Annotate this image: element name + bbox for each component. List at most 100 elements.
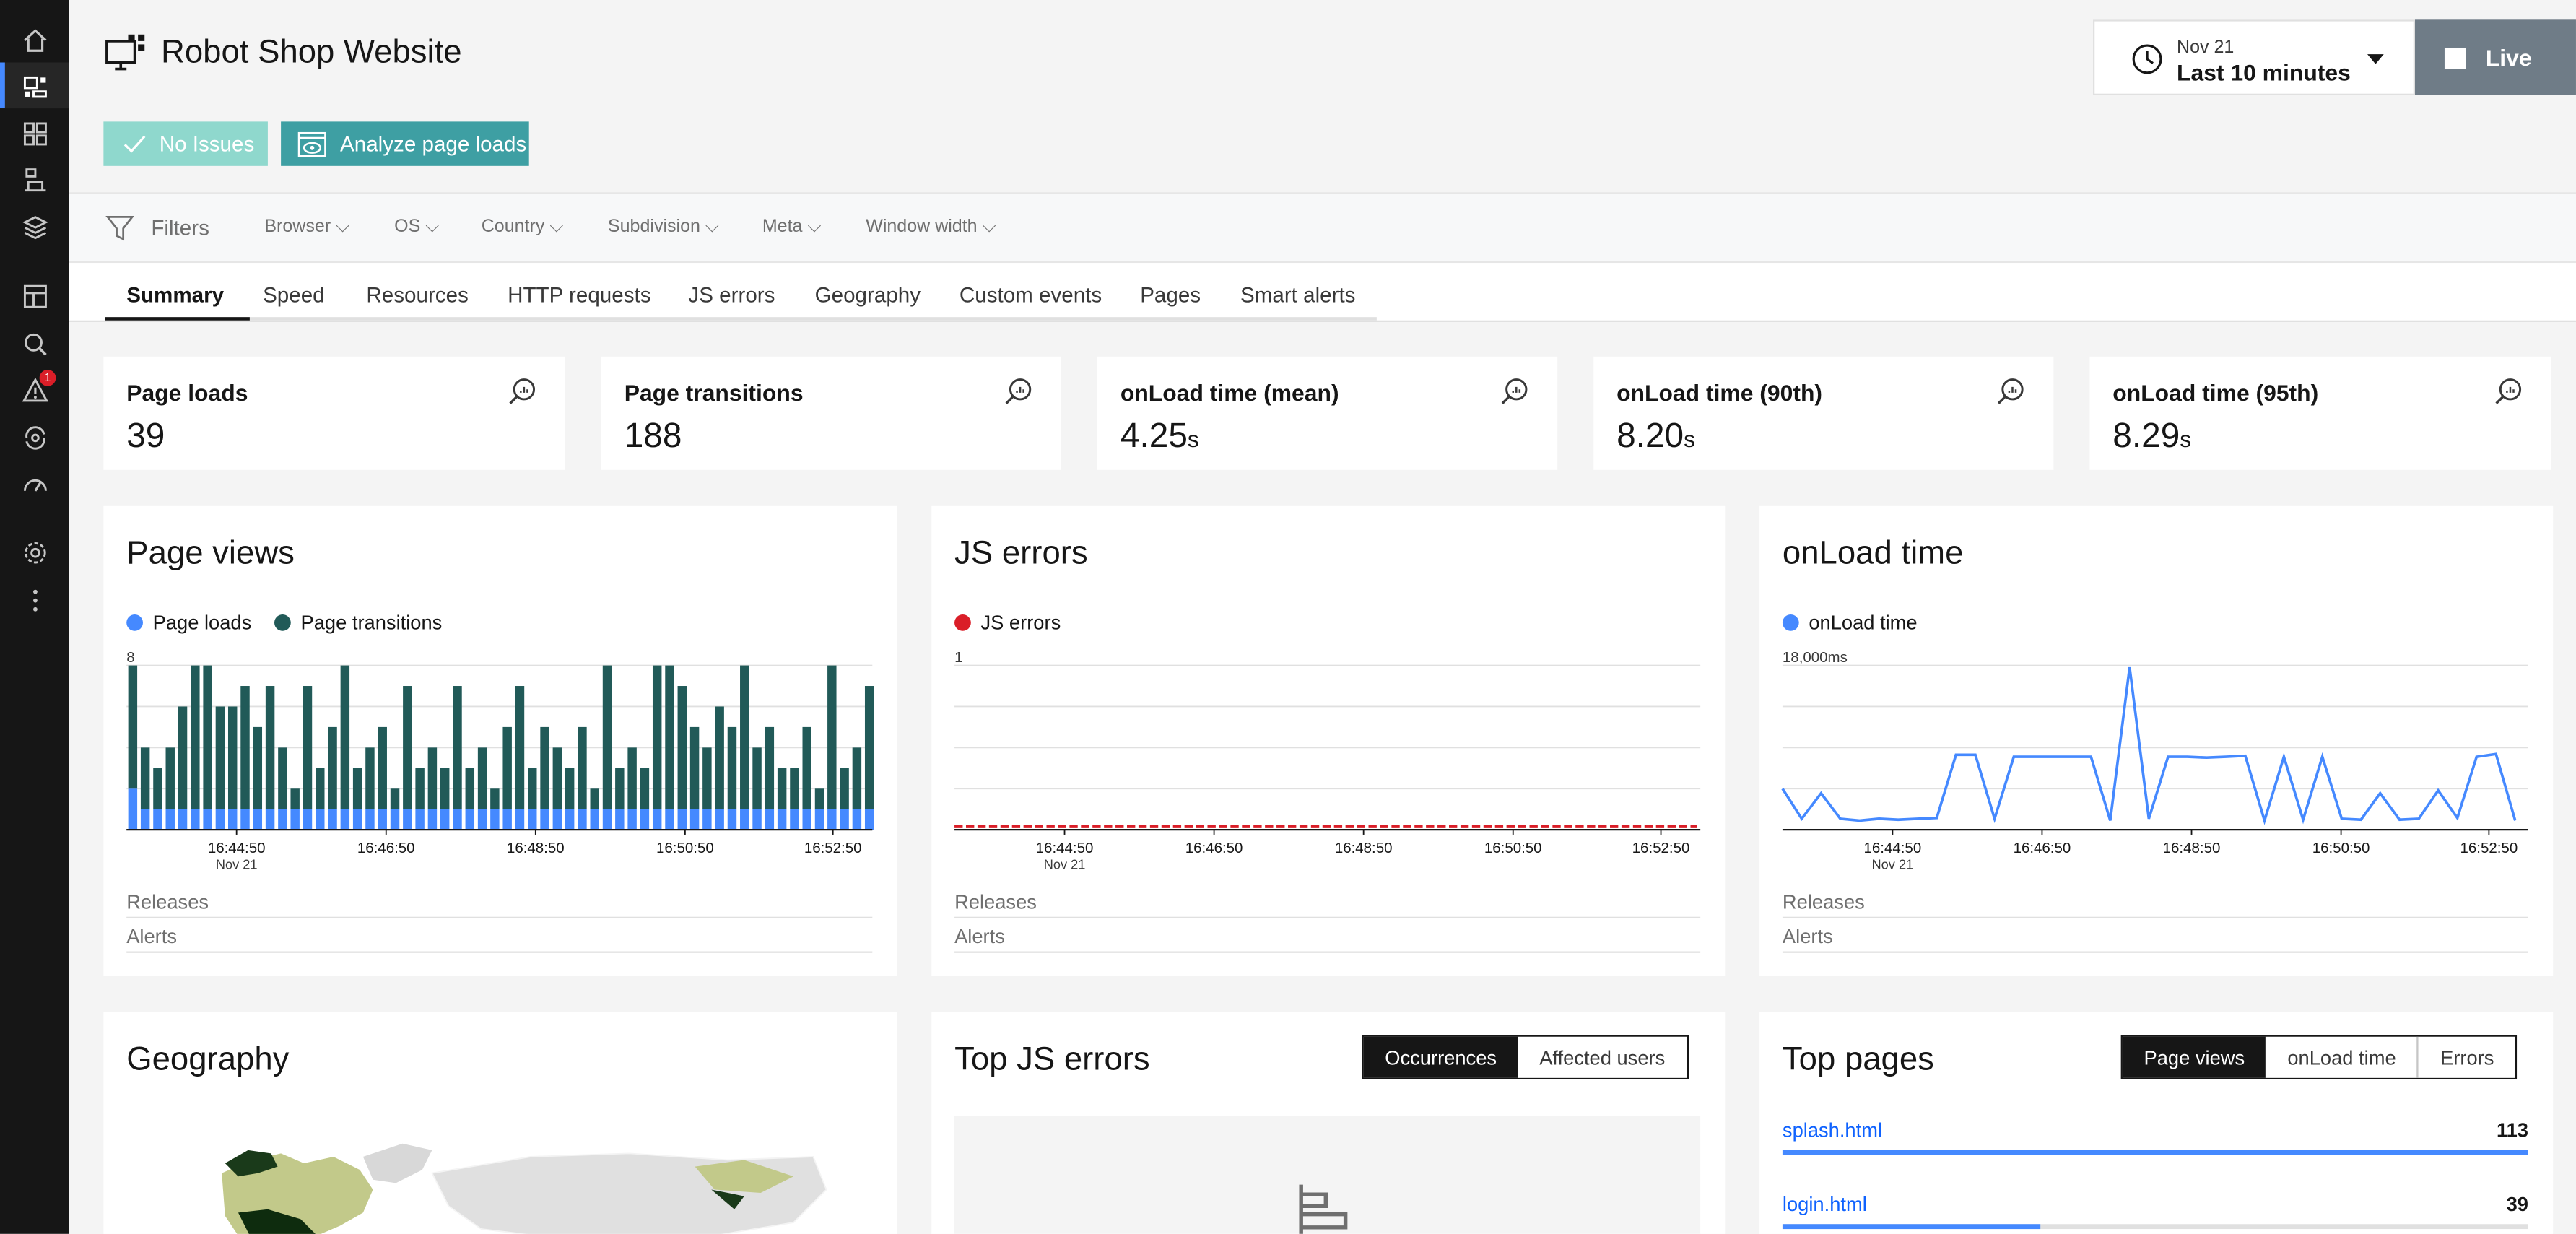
js-errors-chart[interactable]: 16:44:50 16:46:50 16:48:50 16:50:50 16:52:50… <box>954 664 1704 879</box>
stat-label: Page transitions <box>624 379 804 407</box>
tab-js-errors[interactable]: JS errors <box>688 282 775 307</box>
website-icon <box>105 34 145 71</box>
panel-title: Top pages <box>1782 1041 1934 1078</box>
performance-icon[interactable] <box>0 460 69 506</box>
bar-page-transitions <box>777 768 787 809</box>
filters-bar: Filters Browser ⌵ OS ⌵ Country ⌵ Subdivi… <box>69 192 2576 264</box>
tab-summary[interactable]: Summary <box>126 282 224 307</box>
stat-card-onload-95th: onLoad time (95th) 8.29s <box>2089 356 2551 470</box>
bar-page-loads <box>227 809 238 830</box>
website-monitoring-icon[interactable] <box>0 62 69 109</box>
chevron-down-icon: ⌵ <box>549 217 564 237</box>
stat-value: 8.29s <box>2112 417 2192 456</box>
page-views-chart[interactable]: 16:44:50 16:46:50 16:48:50 16:50:50 16:52:50… <box>126 664 876 879</box>
analyze-search-icon[interactable] <box>508 376 539 407</box>
toggle-page-views[interactable]: Page views <box>2122 1036 2266 1078</box>
filter-country[interactable]: Country ⌵ <box>482 217 564 238</box>
automation-icon[interactable] <box>0 414 69 460</box>
tab-http-requests[interactable]: HTTP requests <box>508 282 650 307</box>
filter-meta[interactable]: Meta ⌵ <box>762 217 822 238</box>
tab-speed[interactable]: Speed <box>263 282 325 307</box>
filter-subdivision[interactable]: Subdivision ⌵ <box>608 217 719 238</box>
no-issues-button[interactable]: No Issues <box>103 121 268 166</box>
filter-window-width[interactable]: Window width ⌵ <box>866 217 996 238</box>
home-icon[interactable] <box>0 17 69 63</box>
clock-icon <box>2132 44 2162 74</box>
analytics-icon[interactable] <box>0 321 69 367</box>
chart-legend: Page loads Page transitions <box>126 611 442 634</box>
bar-page-loads <box>615 809 625 830</box>
divider <box>126 951 873 953</box>
events-icon[interactable]: 1 <box>0 366 69 412</box>
bar-page-loads <box>328 809 337 830</box>
tab-geography[interactable]: Geography <box>815 282 921 307</box>
top-page-name[interactable]: splash.html <box>1783 1119 1882 1142</box>
settings-icon[interactable] <box>0 529 69 575</box>
bar-page-transitions <box>727 726 737 809</box>
legend-item-onload-time[interactable]: onLoad time <box>1782 611 1918 634</box>
bar-page-transitions <box>227 706 238 809</box>
panel-page-views: Page views Page loads Page transitions 8… <box>103 505 897 976</box>
time-range-picker[interactable]: Nov 21 Last 10 minutes <box>2092 19 2415 95</box>
toggle-onload-time[interactable]: onLoad time <box>2266 1036 2418 1078</box>
bar-page-transitions <box>140 747 150 809</box>
analyze-search-icon[interactable] <box>2494 376 2525 407</box>
filter-os[interactable]: OS ⌵ <box>394 217 439 238</box>
stat-card-onload-mean: onLoad time (mean) 4.25s <box>1097 356 1558 470</box>
applications-icon[interactable] <box>0 110 69 156</box>
panel-title: onLoad time <box>1782 535 1964 572</box>
x-tick-sublabel: Nov 21 <box>1872 858 1914 872</box>
analyze-page-loads-button[interactable]: Analyze page loads <box>281 121 529 166</box>
divider <box>954 951 1701 953</box>
bar-page-loads <box>240 809 250 830</box>
dashboards-icon[interactable] <box>0 273 69 319</box>
bar-page-transitions <box>278 747 287 809</box>
infrastructure-icon[interactable] <box>0 156 69 202</box>
eye-icon <box>297 131 326 157</box>
analyze-search-icon[interactable] <box>1004 376 1035 407</box>
toggle-occurrences[interactable]: Occurrences <box>1363 1036 1518 1078</box>
bar-page-loads <box>790 809 799 830</box>
x-tick-sublabel: Nov 21 <box>1044 858 1086 872</box>
tab-smart-alerts[interactable]: Smart alerts <box>1240 282 1355 307</box>
bar-page-loads <box>427 809 438 830</box>
top-page-name[interactable]: login.html <box>1783 1193 1867 1216</box>
time-range-label: Last 10 minutes <box>2177 58 2351 86</box>
world-map[interactable] <box>202 1140 859 1234</box>
x-tick-label: 16:46:50 <box>1185 840 1243 856</box>
tab-custom-events[interactable]: Custom events <box>960 282 1102 307</box>
filter-browser[interactable]: Browser ⌵ <box>264 217 349 238</box>
bar-page-loads <box>689 809 700 830</box>
bar-page-transitions <box>215 706 225 809</box>
bar-page-loads <box>215 809 225 830</box>
legend-item-js-errors[interactable]: JS errors <box>954 611 1061 634</box>
onload-time-chart[interactable]: 16:44:50 16:46:50 16:48:50 16:50:50 16:52:50… <box>1781 664 2532 879</box>
bar-page-transitions <box>316 768 325 809</box>
bar-page-loads <box>740 809 749 830</box>
bar-page-transitions <box>740 665 749 809</box>
live-button[interactable]: Live <box>2414 19 2576 95</box>
bar-page-transitions <box>677 686 687 809</box>
analyze-search-icon[interactable] <box>1996 376 2027 407</box>
filters-label: Filters <box>151 215 209 240</box>
toggle-affected-users[interactable]: Affected users <box>1518 1036 1687 1078</box>
tab-resources[interactable]: Resources <box>366 282 468 307</box>
filter-browser-label: Browser <box>264 217 331 237</box>
tab-pages[interactable]: Pages <box>1140 282 1201 307</box>
legend-item-page-loads[interactable]: Page loads <box>126 611 251 634</box>
platforms-icon[interactable] <box>0 204 69 250</box>
bar-page-loads <box>465 809 475 830</box>
bar-page-loads <box>340 809 350 830</box>
releases-label: Releases <box>954 890 1037 914</box>
filter-icon[interactable] <box>105 214 135 243</box>
analyze-search-icon[interactable] <box>1500 376 1531 407</box>
legend-item-page-transitions[interactable]: Page transitions <box>274 611 442 634</box>
divider <box>1782 951 2528 953</box>
bar-page-transitions <box>453 686 462 809</box>
toggle-errors[interactable]: Errors <box>2417 1036 2516 1078</box>
bar-page-transitions <box>477 747 487 809</box>
bar-page-transitions <box>502 726 512 809</box>
more-icon[interactable] <box>0 577 69 623</box>
bar-page-loads <box>652 809 662 830</box>
top-js-errors-toggle: Occurrences Affected users <box>1362 1035 1689 1080</box>
